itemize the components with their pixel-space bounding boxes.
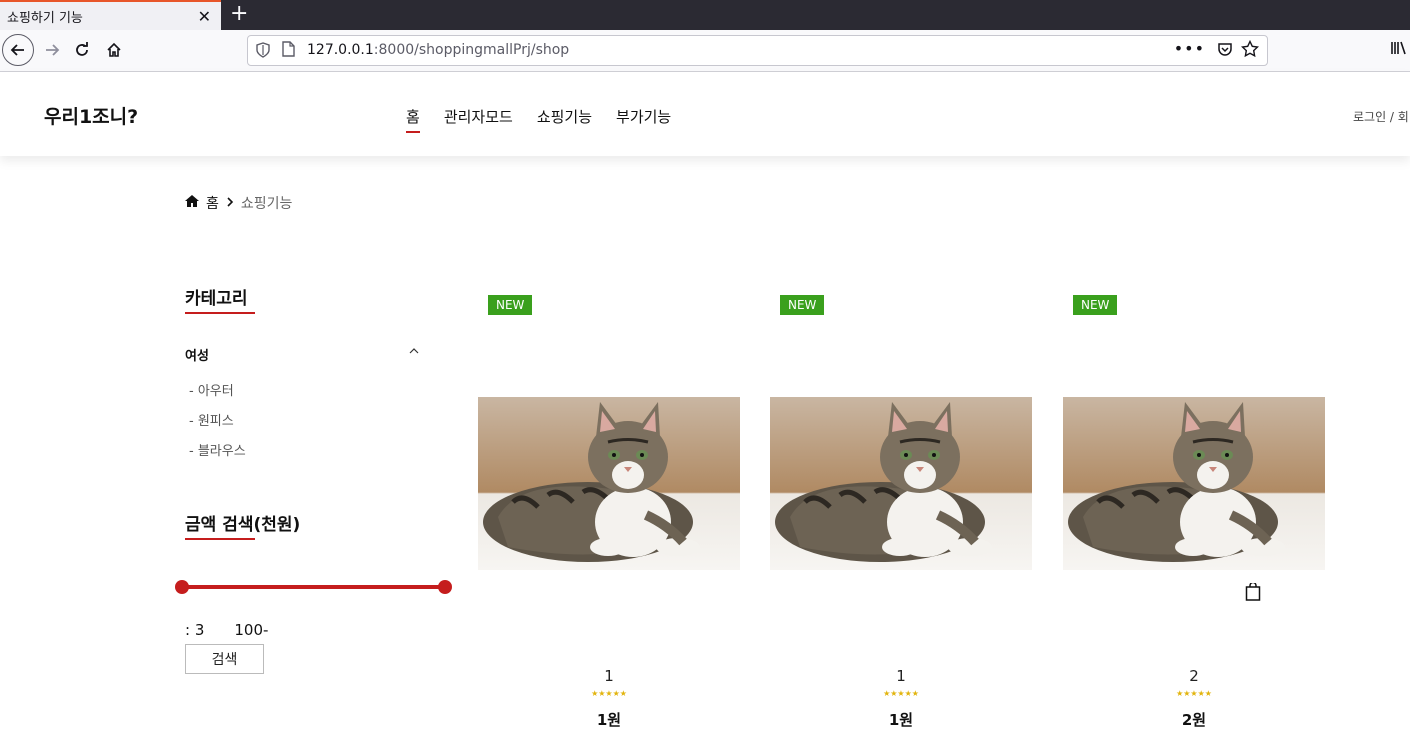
category-item-outer[interactable]: - 아우터	[189, 377, 246, 407]
breadcrumb: 홈 쇼핑기능	[185, 193, 292, 213]
price-min: : 3	[185, 621, 205, 639]
reload-button[interactable]	[66, 34, 98, 66]
browser-tab-bar: 쇼핑하기 기능 ✕ +	[0, 0, 1410, 30]
shopping-bag-icon[interactable]	[1245, 581, 1261, 606]
page-info-icon[interactable]	[282, 41, 295, 61]
breadcrumb-home[interactable]: 홈	[206, 193, 219, 213]
product-name[interactable]: 1	[770, 667, 1032, 685]
category-list: - 아우터 - 원피스 - 블라우스	[189, 377, 246, 467]
new-badge: NEW	[488, 295, 533, 315]
home-icon	[107, 42, 121, 57]
home-button[interactable]	[98, 34, 130, 66]
new-badge: NEW	[1073, 295, 1118, 315]
rating-stars: ★★★★★	[1176, 689, 1212, 698]
new-tab-button[interactable]: +	[230, 2, 248, 26]
url-host: 127.0.0.1	[307, 42, 374, 58]
site-logo[interactable]: 우리1조니?	[44, 102, 138, 129]
browser-nav-bar: 127.0.0.1:8000/shoppingmallPrj/shop •••	[0, 30, 1410, 72]
library-icon[interactable]	[1390, 40, 1410, 60]
forward-arrow-icon	[46, 44, 60, 56]
rating-stars: ★★★★★	[591, 689, 627, 698]
shield-icon[interactable]	[256, 42, 270, 62]
tab-title: 쇼핑하기 기능	[7, 10, 83, 26]
category-item-blouse[interactable]: - 블라우스	[189, 437, 246, 467]
product-card[interactable]: NEW 1 ★★★★★ 1원	[770, 290, 1032, 736]
new-badge: NEW	[780, 295, 825, 315]
price-slider-max-handle[interactable]	[438, 580, 452, 594]
product-image[interactable]	[478, 397, 740, 570]
rating-stars: ★★★★★	[883, 689, 919, 698]
product-image[interactable]	[770, 397, 1032, 570]
chevron-up-icon[interactable]	[409, 345, 419, 358]
price-search-title: 금액 검색(천원)	[185, 510, 300, 540]
url-bar[interactable]: 127.0.0.1:8000/shoppingmallPrj/shop •••	[247, 35, 1268, 66]
tab-close-icon[interactable]: ✕	[198, 7, 211, 26]
pocket-icon[interactable]	[1217, 41, 1233, 61]
product-price: 1원	[596, 711, 622, 729]
login-signup-link[interactable]: 로그인 / 회	[1353, 108, 1409, 125]
home-icon[interactable]	[185, 195, 199, 211]
product-name[interactable]: 1	[478, 667, 740, 685]
product-price: 1원	[888, 711, 914, 729]
price-range: : 3 100-	[185, 621, 268, 639]
product-card[interactable]: NEW 2 ★★★★★ 2원	[1063, 290, 1325, 736]
more-actions-icon[interactable]: •••	[1174, 39, 1205, 58]
search-button[interactable]: 검색	[185, 644, 264, 674]
product-name[interactable]: 2	[1063, 667, 1325, 685]
product-image[interactable]	[1063, 397, 1325, 570]
nav-item-extra[interactable]: 부가기능	[616, 106, 671, 127]
price-max: 100-	[234, 621, 269, 639]
product-card[interactable]: NEW 1 ★★★★★ 1원	[478, 290, 740, 736]
chevron-right-icon	[226, 196, 234, 211]
url-path: :8000/shoppingmallPrj/shop	[373, 42, 570, 58]
category-item-dress[interactable]: - 원피스	[189, 407, 246, 437]
category-group-women[interactable]: 여성	[185, 345, 419, 364]
site-header: 우리1조니? 홈 관리자모드 쇼핑기능 부가기능 로그인 / 회	[0, 72, 1410, 156]
category-title: 카테고리	[185, 284, 255, 314]
browser-tab[interactable]: 쇼핑하기 기능 ✕	[0, 0, 221, 30]
nav-item-admin-mode[interactable]: 관리자모드	[444, 106, 513, 127]
forward-button[interactable]	[36, 34, 68, 66]
main-nav: 홈 관리자모드 쇼핑기능 부가기능	[406, 106, 671, 133]
back-button[interactable]	[2, 34, 34, 66]
product-price: 2원	[1181, 711, 1207, 729]
nav-item-home[interactable]: 홈	[406, 106, 420, 133]
breadcrumb-current: 쇼핑기능	[240, 196, 293, 212]
url-text[interactable]: 127.0.0.1:8000/shoppingmallPrj/shop	[307, 42, 569, 58]
price-slider-track[interactable]	[182, 585, 446, 589]
back-arrow-icon	[10, 44, 24, 56]
category-group-label: 여성	[185, 349, 209, 364]
reload-icon	[76, 42, 88, 56]
nav-item-shopping[interactable]: 쇼핑기능	[537, 106, 592, 127]
bookmark-star-icon[interactable]	[1240, 39, 1260, 63]
price-slider-min-handle[interactable]	[175, 580, 189, 594]
